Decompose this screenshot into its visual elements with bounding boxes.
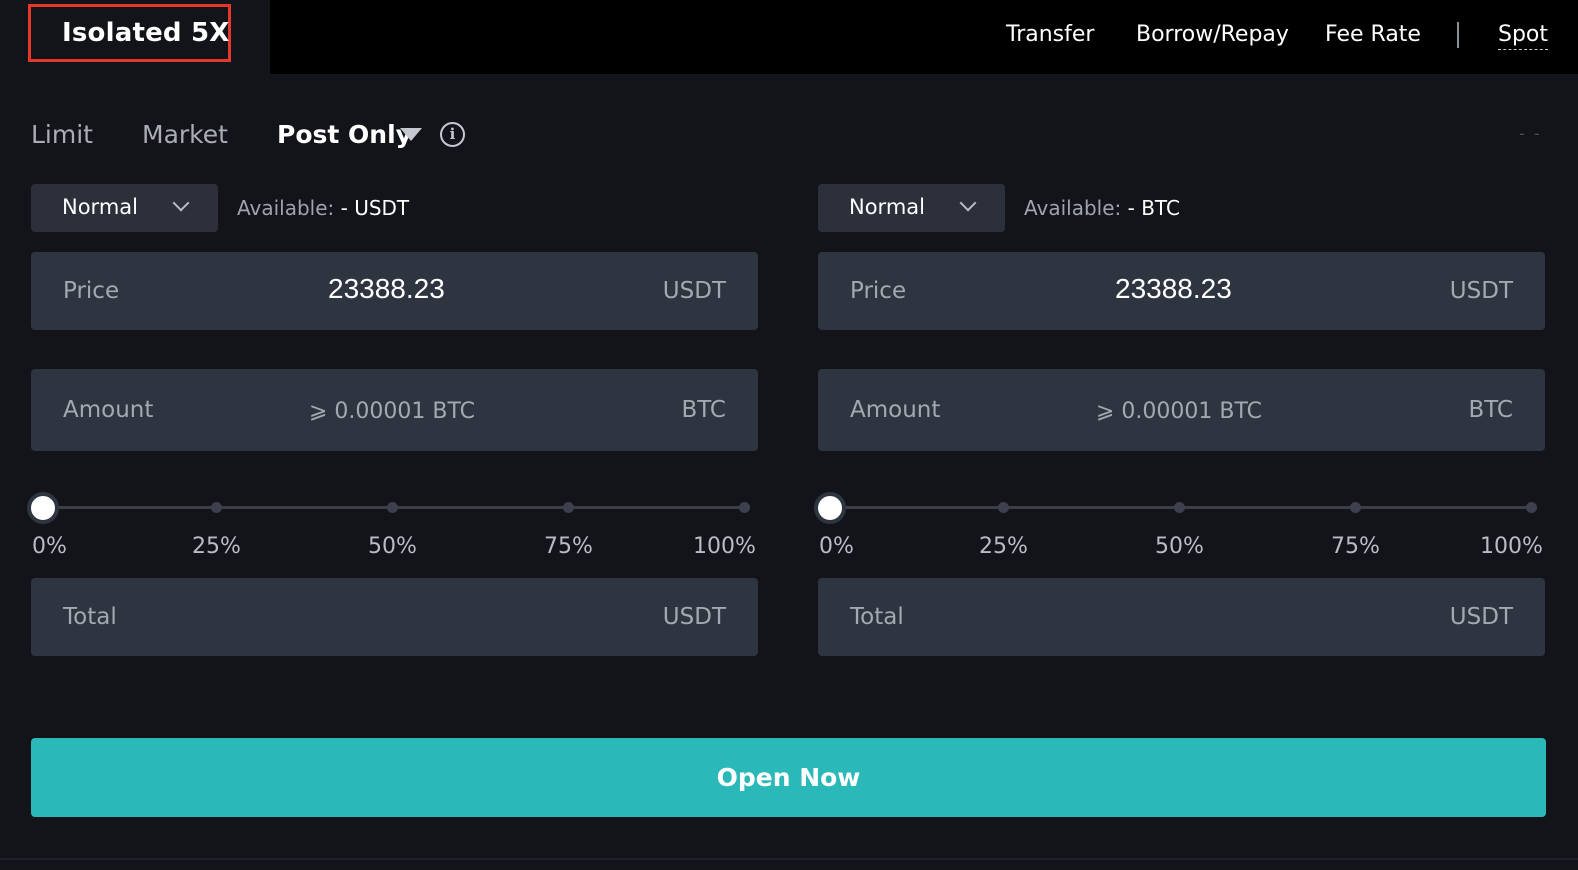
available-key: Available: <box>1024 196 1122 220</box>
sell-price-field[interactable]: Price 23388.23 USDT <box>818 252 1545 330</box>
open-now-button[interactable]: Open Now <box>31 738 1546 817</box>
buy-order-mode-select[interactable]: Normal <box>31 184 218 232</box>
slider-label: 75% <box>1331 534 1380 559</box>
amount-label: Amount <box>63 397 154 423</box>
slider-tick-25[interactable] <box>998 502 1009 513</box>
price-unit: USDT <box>662 278 726 304</box>
slider-tick-75[interactable] <box>1350 502 1361 513</box>
amount-input[interactable] <box>309 395 609 427</box>
price-label: Price <box>63 278 120 304</box>
total-label: Total <box>63 604 117 630</box>
slider-tick-50[interactable] <box>387 502 398 513</box>
available-value: - BTC <box>1127 196 1180 220</box>
amount-label: Amount <box>850 397 941 423</box>
price-value[interactable]: 23388.23 <box>1115 273 1232 305</box>
slider-label: 50% <box>368 534 417 559</box>
slider-label: 50% <box>1155 534 1204 559</box>
price-unit: USDT <box>1449 278 1513 304</box>
slider-tick-50[interactable] <box>1174 502 1185 513</box>
slider-label: 25% <box>979 534 1028 559</box>
slider-label: 75% <box>544 534 593 559</box>
sell-available: Available: - BTC <box>1024 196 1180 220</box>
sell-amount-field[interactable]: Amount BTC <box>818 369 1545 451</box>
price-value[interactable]: 23388.23 <box>328 273 445 305</box>
slider-tick-100[interactable] <box>739 502 750 513</box>
chevron-down-icon <box>959 194 977 212</box>
buy-total-field[interactable]: Total USDT <box>31 578 758 656</box>
total-unit: USDT <box>662 604 726 630</box>
select-label: Normal <box>849 195 925 219</box>
sell-slider-handle[interactable] <box>814 492 846 524</box>
slider-label: 100% <box>693 534 756 559</box>
price-label: Price <box>850 278 907 304</box>
slider-label: 25% <box>192 534 241 559</box>
amount-input[interactable] <box>1096 395 1396 427</box>
chevron-down-icon <box>172 194 190 212</box>
sell-total-field[interactable]: Total USDT <box>818 578 1545 656</box>
available-key: Available: <box>237 196 335 220</box>
total-unit: USDT <box>1449 604 1513 630</box>
select-label: Normal <box>62 195 138 219</box>
slider-tick-100[interactable] <box>1526 502 1537 513</box>
sell-order-mode-select[interactable]: Normal <box>818 184 1005 232</box>
total-label: Total <box>850 604 904 630</box>
slider-label: 0% <box>819 534 854 559</box>
buy-slider-handle[interactable] <box>27 492 59 524</box>
buy-amount-field[interactable]: Amount BTC <box>31 369 758 451</box>
bottom-divider <box>0 858 1578 860</box>
buy-available: Available: - USDT <box>237 196 409 220</box>
slider-tick-75[interactable] <box>563 502 574 513</box>
slider-label: 0% <box>32 534 67 559</box>
amount-unit: BTC <box>681 397 726 423</box>
slider-tick-25[interactable] <box>211 502 222 513</box>
slider-label: 100% <box>1480 534 1543 559</box>
amount-unit: BTC <box>1468 397 1513 423</box>
available-value: - USDT <box>340 196 410 220</box>
buy-price-field[interactable]: Price 23388.23 USDT <box>31 252 758 330</box>
